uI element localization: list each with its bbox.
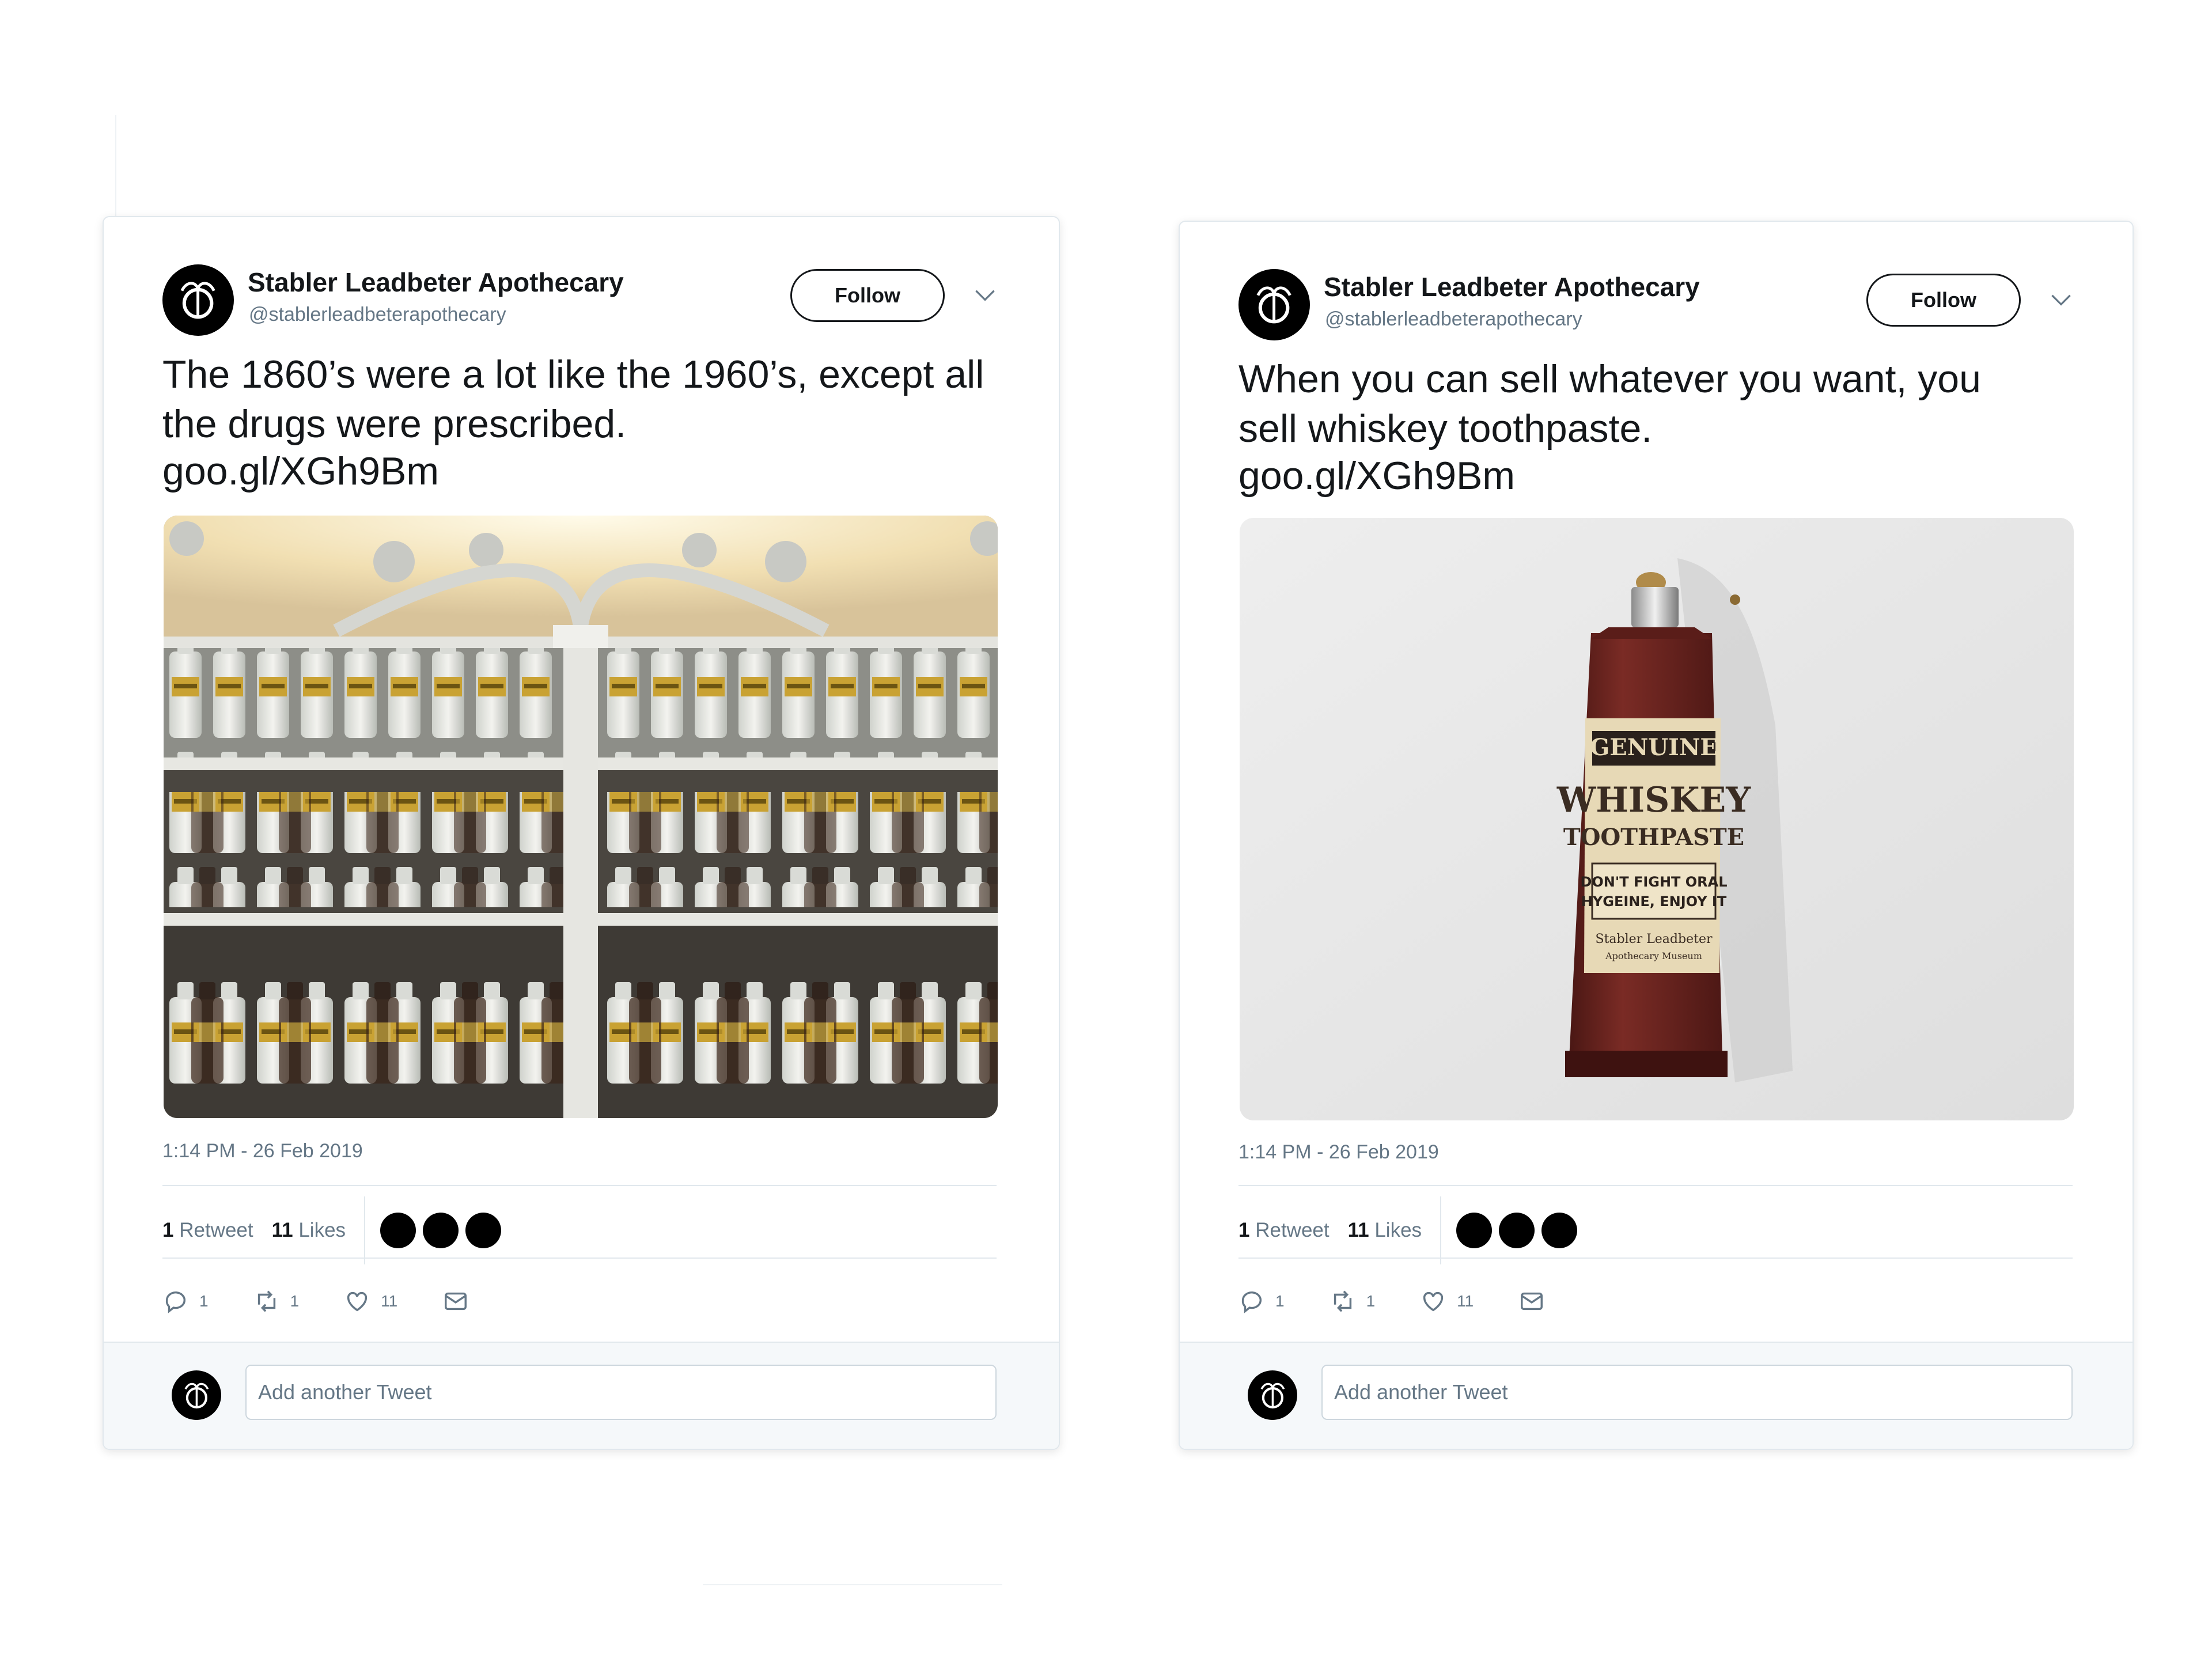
reply-bar (104, 1342, 1059, 1449)
retweet-icon (1334, 1290, 1351, 1312)
author-handle[interactable]: @stablerleadbeterapothecary (1325, 308, 1582, 331)
background-guide-line (703, 1584, 1002, 1585)
tube-label-line3: TOOTHPASTE (1563, 824, 1744, 851)
divider (162, 1185, 997, 1186)
apothecary-logo-icon (184, 1382, 209, 1408)
apothecary-shelves-photo (164, 516, 998, 1118)
message-button[interactable] (442, 1288, 469, 1315)
retweet-icon (257, 1290, 275, 1312)
stats-separator (1440, 1196, 1442, 1264)
tweet-card: Stabler Leadbeter Apothecary @stablerlea… (1179, 221, 2134, 1450)
reply-count: 1 (1275, 1292, 1285, 1310)
tweet-timestamp[interactable]: 1:14 PM - 26 Feb 2019 (1238, 1141, 1439, 1164)
reply-button[interactable]: 1 (1238, 1288, 1285, 1315)
chevron-down-icon[interactable] (972, 285, 998, 306)
tweet-link[interactable]: goo.gl/XGh9Bm (1238, 453, 1987, 498)
retweet-button[interactable]: 1 (253, 1288, 300, 1315)
like-action-count: 11 (381, 1292, 398, 1310)
tweet-text: When you can sell whatever you want, you… (1238, 354, 1987, 498)
retweet-count[interactable]: 1 Retweet (162, 1219, 253, 1242)
reply-icon (165, 1291, 186, 1313)
reply-button[interactable]: 1 (162, 1288, 209, 1315)
reply-icon (1241, 1291, 1262, 1313)
tweet-media-photo[interactable]: GENUINE WHISKEY TOOTHPASTE DON'T FIGHT O… (1240, 518, 2074, 1120)
retweet-count[interactable]: 1 Retweet (1238, 1219, 1330, 1242)
divider (1238, 1257, 2073, 1259)
tweet-media-photo[interactable] (164, 516, 998, 1118)
like-button[interactable]: 11 (1420, 1288, 1474, 1315)
mail-icon (1521, 1292, 1543, 1310)
retweet-button[interactable]: 1 (1330, 1288, 1376, 1315)
tweet-card: Stabler Leadbeter Apothecary @stablerlea… (103, 216, 1060, 1450)
liker-avatar[interactable] (1456, 1213, 1493, 1248)
heart-icon (1423, 1291, 1444, 1312)
chevron-down-icon[interactable] (2048, 290, 2074, 310)
whiskey-toothpaste-tube: GENUINE WHISKEY TOOTHPASTE DON'T FIGHT O… (1240, 518, 2074, 1120)
apothecary-logo-icon (180, 282, 216, 319)
add-tweet-input[interactable] (1321, 1365, 2073, 1420)
add-tweet-input[interactable] (245, 1365, 997, 1420)
reply-bar (1180, 1342, 2133, 1449)
divider (162, 1257, 997, 1259)
avatar[interactable] (1248, 1370, 1297, 1420)
liker-avatar[interactable] (423, 1213, 459, 1248)
tweet-text: The 1860’s were a lot like the 1960’s, e… (162, 350, 1015, 494)
retweet-action-count: 1 (290, 1292, 300, 1310)
tube-label-line2: WHISKEY (1556, 780, 1751, 820)
mail-icon (445, 1292, 467, 1310)
liker-avatars[interactable] (380, 1213, 502, 1248)
liker-avatar[interactable] (465, 1213, 502, 1248)
avatar[interactable] (172, 1370, 221, 1420)
liker-avatars[interactable] (1456, 1213, 1578, 1248)
tube-label-line7: Apothecary Museum (1605, 950, 1702, 961)
tweet-body: The 1860’s were a lot like the 1960’s, e… (162, 353, 984, 446)
avatar[interactable] (162, 264, 234, 336)
stats-separator (364, 1196, 366, 1264)
background-guide-line (115, 115, 116, 219)
message-button[interactable] (1518, 1288, 1545, 1315)
liker-avatar[interactable] (1499, 1213, 1535, 1248)
author-handle[interactable]: @stablerleadbeterapothecary (249, 304, 506, 326)
liker-avatar[interactable] (380, 1213, 416, 1248)
tube-label-line4: DON'T FIGHT ORAL (1580, 874, 1727, 890)
likes-count[interactable]: 11 Likes (1348, 1219, 1422, 1242)
tweet-actions: 1 1 11 (162, 1278, 514, 1324)
tube-label-line5: HYGEINE, ENJOY IT (1581, 893, 1727, 910)
liker-avatar[interactable] (1541, 1213, 1578, 1248)
tweet-body: When you can sell whatever you want, you… (1238, 357, 1981, 450)
like-button[interactable]: 11 (344, 1288, 397, 1315)
likes-count[interactable]: 11 Likes (272, 1219, 346, 1242)
author-name[interactable]: Stabler Leadbeter Apothecary (1324, 271, 1700, 302)
like-action-count: 11 (1457, 1292, 1474, 1310)
follow-button[interactable]: Follow (1866, 274, 2021, 327)
tweet-timestamp[interactable]: 1:14 PM - 26 Feb 2019 (162, 1140, 363, 1162)
apothecary-logo-icon (1256, 286, 1292, 324)
tube-label-line1: GENUINE (1590, 734, 1718, 761)
tube-label-line6: Stabler Leadbeter (1596, 932, 1713, 946)
reply-count: 1 (199, 1292, 209, 1310)
retweet-action-count: 1 (1366, 1292, 1376, 1310)
heart-icon (347, 1291, 368, 1312)
divider (1238, 1185, 2073, 1186)
tweet-stats: 1 Retweet 11 Likes (1238, 1196, 2073, 1264)
tweet-link[interactable]: goo.gl/XGh9Bm (162, 449, 1015, 494)
tweet-actions: 1 1 11 (1238, 1278, 1590, 1324)
follow-button[interactable]: Follow (790, 269, 945, 322)
apothecary-logo-icon (1260, 1382, 1285, 1408)
author-name[interactable]: Stabler Leadbeter Apothecary (248, 267, 624, 298)
tweet-stats: 1 Retweet 11 Likes (162, 1196, 997, 1264)
avatar[interactable] (1238, 269, 1310, 340)
